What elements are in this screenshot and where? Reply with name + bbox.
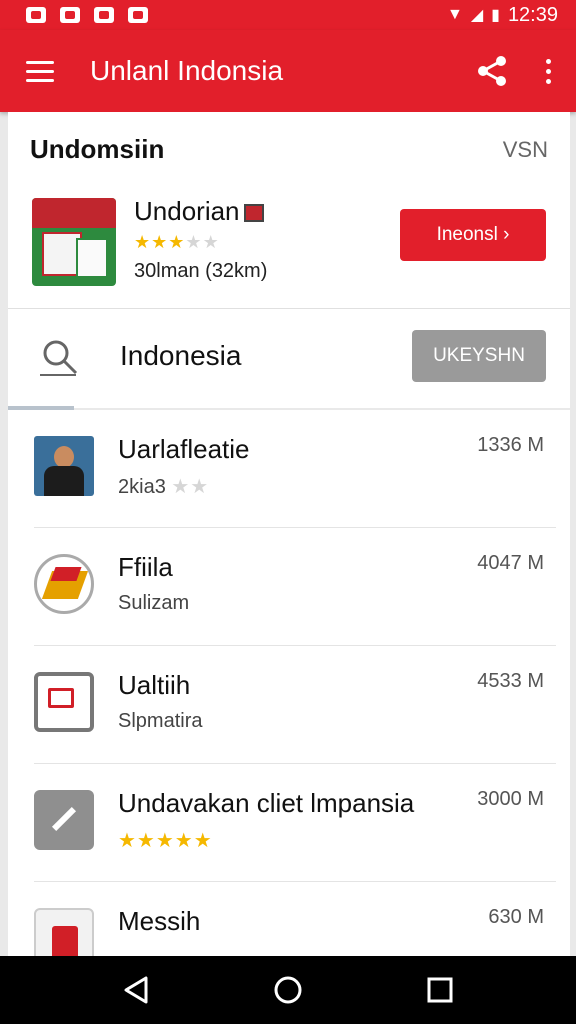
image-icon: [60, 7, 80, 23]
battery-app-icon: [34, 908, 94, 956]
status-bar: ▼ ◢ ▮ 12:39: [0, 0, 576, 30]
section-link[interactable]: VSN: [503, 137, 548, 163]
clock: 12:39: [507, 3, 558, 26]
app-sub: Sulizam: [118, 592, 190, 614]
notification-app-icon: [26, 7, 46, 23]
app-size: 3000 M: [477, 788, 544, 810]
featured-app-icon[interactable]: [32, 198, 116, 286]
featured-rating: ★★★★★: [134, 232, 220, 253]
flame-logo-icon: [34, 554, 94, 614]
install-button[interactable]: Ineonsl ›: [400, 209, 546, 261]
app-size: 1336 M: [477, 434, 544, 456]
star-empty-icon: ★: [185, 232, 203, 252]
shield-icon: [128, 7, 148, 23]
app-name: Ualtiih: [118, 670, 191, 700]
status-notifications: [26, 7, 148, 23]
share-icon[interactable]: [474, 53, 510, 89]
app-list: Uarlafleatie 2kia3 ★★ 1336 M Ffiila Suli…: [8, 410, 570, 956]
featured-meta: 30lman (32km): [134, 260, 268, 282]
recents-icon[interactable]: [420, 970, 460, 1010]
star-empty-icon: ★★: [171, 476, 210, 498]
signal-icon: ◢: [470, 7, 484, 24]
star-icon: ★: [134, 232, 152, 252]
profile-photo-icon: [34, 436, 94, 496]
search-input[interactable]: Indonesia: [120, 340, 241, 372]
edit-icon: [34, 790, 94, 850]
featured-app-name-text: Undorian: [134, 196, 240, 226]
rating: ★★: [171, 476, 209, 498]
app-name: Undavakan cliet lmpansia: [118, 788, 415, 818]
back-icon[interactable]: [116, 970, 156, 1010]
star-empty-icon: ★: [202, 232, 220, 252]
app-sub-text: 2kia3: [118, 476, 166, 498]
section-header: Undomsiin VSN: [30, 134, 548, 165]
star-icon: ★: [151, 232, 169, 252]
divider: [8, 308, 570, 309]
status-system: ▼ ◢ ▮ 12:39: [447, 4, 558, 27]
app-title: Unlanl Indonsia: [90, 55, 284, 86]
tv-icon: [34, 672, 94, 732]
featured-card: Undomsiin VSN Undorian ★★★★★ 30lman (32k…: [8, 112, 570, 410]
app-bar: Unlanl Indonsia: [0, 30, 576, 112]
app-size: 4533 M: [477, 670, 544, 692]
app-name: Uarlafleatie: [118, 434, 250, 464]
app-size: 630 M: [488, 906, 544, 928]
list-item[interactable]: Ffiila Sulizam 4047 M: [8, 528, 570, 646]
star-icon: ★: [168, 232, 186, 252]
battery-icon: ▮: [491, 7, 500, 24]
featured-app-name[interactable]: Undorian: [134, 196, 264, 227]
download-icon: [94, 7, 114, 23]
rating: ★★★★★: [118, 830, 213, 852]
app-name: Messih: [118, 906, 201, 936]
more-vert-icon[interactable]: [542, 58, 554, 84]
search-icon[interactable]: [36, 338, 80, 378]
list-item[interactable]: Messih 630 M: [8, 882, 570, 956]
search-button[interactable]: UKEYSHN: [412, 330, 546, 382]
list-item[interactable]: Ualtiih Slpmatira 4533 M: [8, 646, 570, 764]
list-item[interactable]: Undavakan cliet lmpansia ★★★★★ 3000 M: [8, 764, 570, 882]
flag-icon: [243, 204, 264, 223]
app-sub: 2kia3 ★★: [118, 474, 209, 499]
list-item[interactable]: Uarlafleatie 2kia3 ★★ 1336 M: [8, 410, 570, 528]
home-icon[interactable]: [268, 970, 308, 1010]
navigation-bar: [0, 956, 576, 1024]
wifi-icon: ▼: [446, 6, 463, 23]
menu-icon[interactable]: [26, 60, 54, 82]
app-size: 4047 M: [477, 552, 544, 574]
section-title: Undomsiin: [30, 134, 165, 164]
app-name: Ffiila: [118, 552, 173, 582]
app-sub: Slpmatira: [118, 710, 203, 732]
